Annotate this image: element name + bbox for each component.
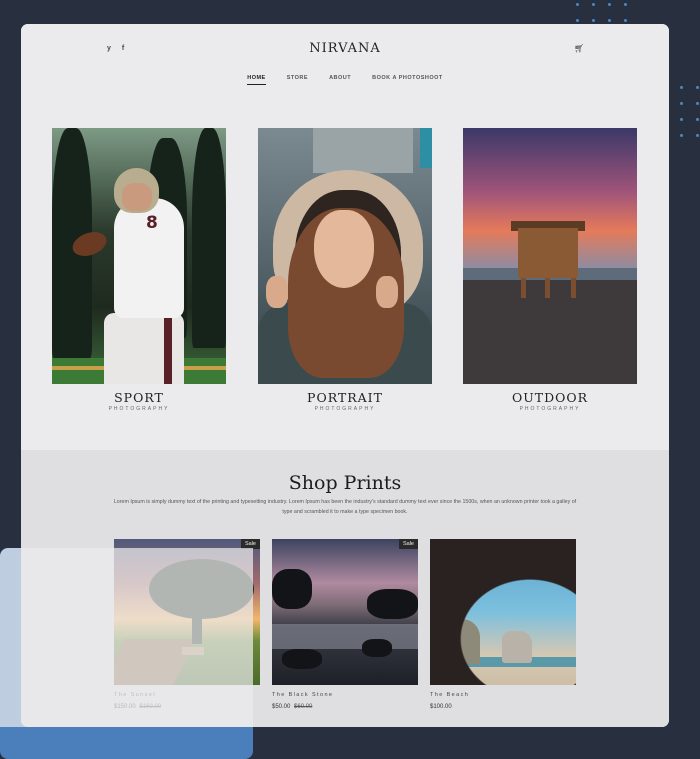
current-price: $50.00 [272, 704, 291, 710]
old-price: $160.00 [139, 704, 162, 710]
product-price: $150.00 $160.00 [114, 704, 260, 710]
shop-prints-section: Shop Prints Lorem Ipsum is simply dummy … [21, 450, 669, 727]
product-image[interactable]: Sale [114, 539, 260, 685]
current-price: $100.00 [430, 704, 452, 710]
category-subtitle: PHOTOGRAPHY [314, 406, 376, 412]
category-outdoor[interactable]: OUTDOOR PHOTOGRAPHY [463, 128, 637, 412]
main-nav: HOME STORE ABOUT BOOK A PHOTOSHOOT [21, 75, 669, 85]
product-name[interactable]: The Sunset [114, 692, 260, 698]
product-price: $50.00 $60.00 [272, 704, 418, 710]
product-name[interactable]: The Black Stone [272, 692, 418, 698]
old-price: $60.00 [294, 704, 313, 710]
current-price: $150.00 [114, 704, 136, 710]
shop-description: Lorem Ipsum is simply dummy text of the … [113, 499, 577, 515]
nav-item-store[interactable]: STORE [287, 75, 308, 85]
website-card: y f NIRVANA 🛒︎ HOME STORE ABOUT BOOK A P… [21, 24, 669, 727]
product-price: $100.00 [430, 704, 576, 710]
decorative-dots-top [576, 3, 627, 22]
outdoor-photo[interactable] [463, 128, 637, 384]
sport-photo[interactable]: 8 [52, 128, 226, 384]
product-image[interactable]: Sale [272, 539, 418, 685]
site-header: y f NIRVANA 🛒︎ HOME STORE ABOUT BOOK A P… [21, 24, 669, 94]
product-image[interactable] [430, 539, 576, 685]
decorative-dots-right [680, 86, 699, 137]
portrait-photo[interactable] [258, 128, 432, 384]
hero-section: y f NIRVANA 🛒︎ HOME STORE ABOUT BOOK A P… [21, 24, 669, 450]
brand-logo[interactable]: NIRVANA [21, 41, 669, 56]
cart-icon[interactable]: 🛒︎ [574, 44, 584, 53]
category-title: OUTDOOR [511, 390, 589, 405]
category-title: SPORT [114, 390, 164, 405]
product-card[interactable]: Sale The Sunset $150.00 $160.00 [114, 539, 260, 710]
category-sport[interactable]: 8 SPORT PHOTOGRAPHY [52, 128, 226, 412]
shop-title: Shop Prints [288, 472, 402, 494]
sale-badge: Sale [240, 539, 260, 549]
category-subtitle: PHOTOGRAPHY [108, 406, 170, 412]
nav-item-home[interactable]: HOME [247, 75, 266, 85]
nav-item-book-photoshoot[interactable]: BOOK A PHOTOSHOOT [372, 75, 443, 85]
product-name[interactable]: The Beach [430, 692, 576, 698]
category-portrait[interactable]: PORTRAIT PHOTOGRAPHY [258, 128, 432, 412]
category-subtitle: PHOTOGRAPHY [519, 406, 581, 412]
nav-item-about[interactable]: ABOUT [329, 75, 351, 85]
product-card[interactable]: Sale The Black Stone $50.00 $60.00 [272, 539, 418, 710]
sale-badge: Sale [398, 539, 418, 549]
category-title: PORTRAIT [307, 390, 383, 405]
product-card[interactable]: The Beach $100.00 [430, 539, 576, 710]
